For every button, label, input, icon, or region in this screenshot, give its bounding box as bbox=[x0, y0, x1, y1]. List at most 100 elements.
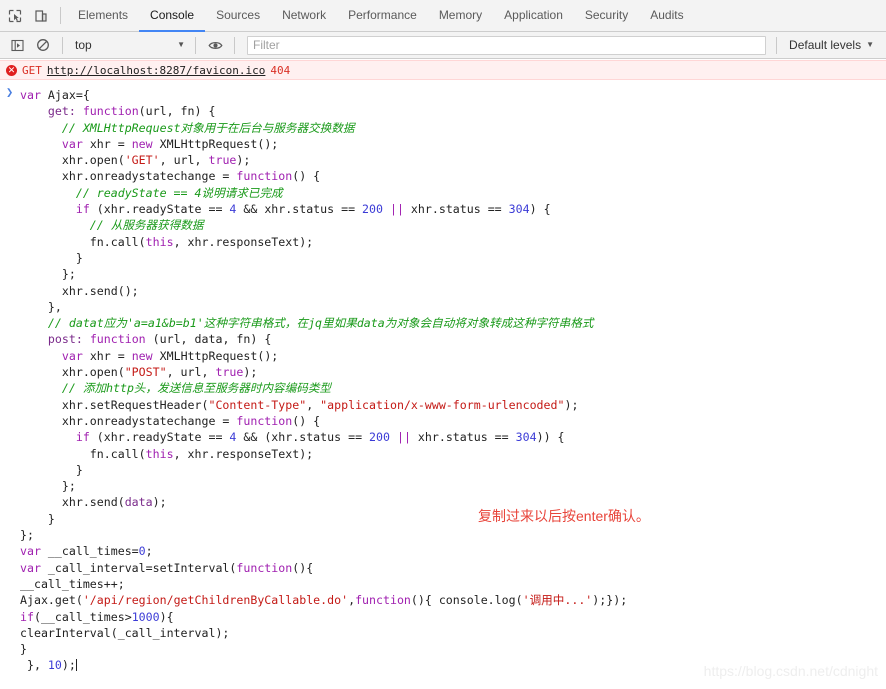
code-token: ); bbox=[564, 397, 579, 412]
log-levels-label: Default levels bbox=[789, 38, 862, 52]
code-token: var bbox=[20, 560, 48, 575]
tab-console-label: Console bbox=[150, 7, 195, 22]
code-token: } bbox=[20, 462, 83, 477]
code-token: new bbox=[131, 348, 160, 363]
tab-security[interactable]: Security bbox=[574, 0, 639, 32]
tab-network[interactable]: Network bbox=[271, 0, 337, 32]
tab-performance-label: Performance bbox=[348, 7, 417, 22]
code-token: this bbox=[145, 234, 174, 249]
toolbar-divider-4 bbox=[776, 36, 778, 54]
filter-input[interactable] bbox=[247, 35, 767, 55]
tab-sources[interactable]: Sources bbox=[205, 0, 271, 32]
code-token: xhr.status == bbox=[410, 202, 509, 217]
code-token: _call_interval=setInterval( bbox=[47, 560, 237, 575]
code-token: new bbox=[131, 136, 160, 151]
console-message-list[interactable]: ✕ GET http://localhost:8287/favicon.ico … bbox=[0, 60, 886, 689]
device-toolbar-icon[interactable] bbox=[28, 3, 54, 29]
red-annotation-text: 复制过来以后按enter确认。 bbox=[478, 508, 650, 524]
code-token: (){ console.log( bbox=[410, 593, 523, 608]
code-token: ; bbox=[145, 544, 153, 559]
device-toolbar-glyph bbox=[35, 9, 47, 22]
panel-tab-list: Elements Console Sources Network Perform… bbox=[67, 0, 695, 32]
code-token: , xhr.responseText); bbox=[173, 234, 314, 249]
code-token: } bbox=[20, 642, 27, 657]
tab-application-label: Application bbox=[504, 7, 563, 22]
chevron-down-icon: ▼ bbox=[177, 40, 185, 49]
toolbar-divider-2 bbox=[195, 36, 196, 54]
console-sidebar-glyph bbox=[10, 39, 24, 51]
error-circle-icon: ✕ bbox=[6, 64, 17, 76]
code-token: function bbox=[236, 560, 293, 575]
code-token: xhr.onreadystatechange = bbox=[20, 413, 237, 428]
tab-performance[interactable]: Performance bbox=[337, 0, 428, 32]
chevron-down-icon: ▼ bbox=[866, 40, 874, 49]
code-token: }; bbox=[20, 479, 76, 494]
code-token: )) { bbox=[536, 430, 565, 445]
tab-security-label: Security bbox=[584, 7, 629, 22]
code-token: , bbox=[306, 397, 321, 412]
code-token: 200 bbox=[362, 202, 383, 217]
code-token: if bbox=[20, 609, 34, 624]
eye-glyph bbox=[207, 41, 223, 49]
code-token: xhr = bbox=[89, 348, 132, 363]
code-token: xhr.send( bbox=[20, 495, 125, 510]
code-token: XMLHttpRequest(); bbox=[159, 348, 279, 363]
code-token: XMLHttpRequest(); bbox=[159, 136, 279, 151]
toolbar-divider-3 bbox=[234, 36, 235, 54]
tab-console[interactable]: Console bbox=[139, 0, 206, 32]
tabbar-divider bbox=[60, 7, 61, 24]
code-token: ); bbox=[243, 365, 258, 380]
tab-audits[interactable]: Audits bbox=[639, 0, 694, 32]
code-token: true bbox=[215, 365, 244, 380]
inspect-element-icon[interactable] bbox=[2, 3, 28, 29]
code-token: __call_times= bbox=[47, 544, 139, 559]
code-token: ); bbox=[236, 153, 251, 168]
code-token: ); bbox=[61, 658, 76, 673]
code-token: } bbox=[20, 511, 55, 526]
console-code-input[interactable]: var Ajax={ get: function(url, fn) { // X… bbox=[0, 84, 886, 674]
code-token: data bbox=[124, 495, 153, 510]
code-token: // datat应为'a=a1&b=b1'这种字符串格式，在jq里如果data为… bbox=[20, 316, 594, 331]
code-token: 0 bbox=[138, 544, 146, 559]
console-input-entry[interactable]: ❯ var Ajax={ get: function(url, fn) { //… bbox=[0, 80, 886, 674]
code-token: 200 bbox=[369, 430, 390, 445]
code-token: fn.call( bbox=[20, 234, 146, 249]
code-token: post: bbox=[20, 332, 90, 347]
console-error-message[interactable]: ✕ GET http://localhost:8287/favicon.ico … bbox=[0, 60, 886, 80]
toolbar-divider-1 bbox=[62, 36, 63, 54]
code-token: () { bbox=[292, 413, 321, 428]
live-expression-icon[interactable] bbox=[202, 32, 228, 58]
code-token: 304 bbox=[508, 202, 530, 217]
code-token: '调用中...' bbox=[522, 593, 593, 608]
tab-memory[interactable]: Memory bbox=[428, 0, 493, 32]
code-token: Ajax.get( bbox=[20, 593, 83, 608]
tab-audits-label: Audits bbox=[650, 7, 684, 22]
code-token: if bbox=[75, 430, 97, 445]
error-url-link[interactable]: http://localhost:8287/favicon.ico bbox=[47, 64, 266, 77]
log-levels-select[interactable]: Default levels ▼ bbox=[783, 35, 882, 55]
code-token: var bbox=[61, 136, 90, 151]
code-token: ) { bbox=[529, 202, 551, 217]
code-token: 10 bbox=[47, 658, 62, 673]
code-token: } bbox=[20, 250, 83, 265]
code-token: && (xhr.status == bbox=[236, 430, 370, 445]
tab-application[interactable]: Application bbox=[493, 0, 574, 32]
tab-sources-label: Sources bbox=[216, 7, 261, 22]
tab-elements[interactable]: Elements bbox=[67, 0, 139, 32]
devtools-tabbar: Elements Console Sources Network Perform… bbox=[0, 0, 886, 32]
clear-console-icon[interactable] bbox=[30, 32, 56, 58]
code-token: (url, data, fn) { bbox=[152, 332, 272, 347]
code-token: 'GET' bbox=[124, 153, 160, 168]
code-token: , url, bbox=[166, 365, 216, 380]
console-sidebar-icon[interactable] bbox=[4, 32, 30, 58]
code-token: , xhr.responseText); bbox=[173, 446, 314, 461]
code-token: ){ bbox=[159, 609, 174, 624]
code-token: }, bbox=[20, 299, 62, 314]
execution-context-select[interactable]: top ▼ bbox=[69, 35, 189, 55]
code-token: (){ bbox=[292, 560, 314, 575]
code-token: xhr = bbox=[89, 136, 132, 151]
